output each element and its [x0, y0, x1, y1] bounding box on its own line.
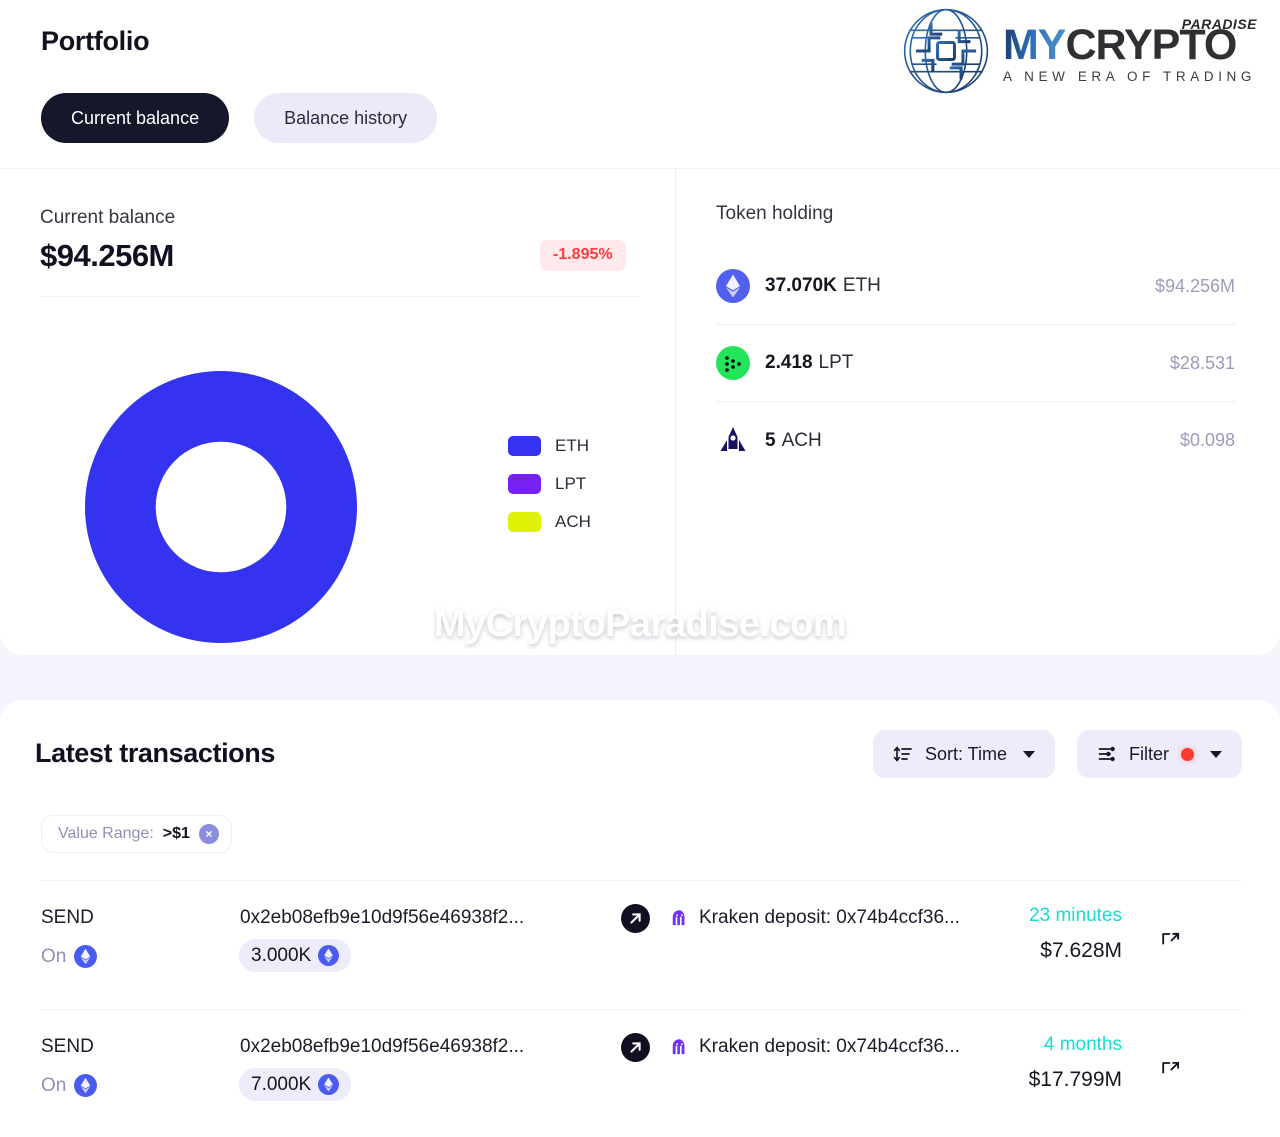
tx-destination-text: Kraken deposit: 0x74b4ccf36...	[699, 907, 960, 928]
latest-transactions-card: Latest transactions Sort: Time Filter Va…	[0, 700, 1280, 1137]
tx-destination[interactable]: Kraken deposit: 0x74b4ccf36...	[669, 1036, 960, 1058]
transfer-direction-icon	[621, 1033, 650, 1062]
tab-current-balance[interactable]: Current balance	[41, 93, 230, 143]
globe-circuit-icon	[903, 8, 989, 94]
token-usd-value: $0.098	[1179, 430, 1235, 450]
token-row[interactable]: 37.070K ETH $94.256M	[716, 248, 1236, 325]
table-row[interactable]: SEND On 0x2eb08efb9e10d9f56e46938f2... 7…	[41, 1009, 1241, 1137]
balance-tabs: Current balance Balance history	[41, 93, 438, 143]
ethereum-icon	[74, 945, 98, 968]
tx-type: SEND	[41, 1036, 94, 1057]
token-amount: 2.418	[765, 352, 813, 373]
card-vertical-divider	[675, 168, 676, 655]
chevron-down-icon	[1023, 750, 1035, 758]
tx-destination-text: Kraken deposit: 0x74b4ccf36...	[699, 1036, 960, 1057]
brand-logo[interactable]: PARADISE MYCRYPTO A NEW ERA OF TRADING	[897, 4, 1258, 98]
page-title: Portfolio	[41, 26, 150, 56]
filter-sliders-icon	[1098, 746, 1115, 762]
legend-label-lpt: LPT	[555, 474, 587, 493]
transactions-list: SEND On 0x2eb08efb9e10d9f56e46938f2... 3…	[41, 880, 1241, 1137]
legend-item-eth[interactable]: ETH	[508, 436, 591, 456]
token-holding-title: Token holding	[716, 203, 834, 224]
alchemypay-icon	[720, 426, 746, 451]
transactions-title: Latest transactions	[35, 738, 275, 768]
legend-label-eth: ETH	[555, 436, 589, 455]
tx-amount: 3.000K	[251, 944, 312, 966]
legend-swatch-ach	[508, 512, 541, 532]
allocation-donut-chart[interactable]	[85, 371, 357, 643]
header-divider	[0, 168, 1280, 169]
legend-label-ach: ACH	[555, 512, 591, 531]
table-row[interactable]: SEND On 0x2eb08efb9e10d9f56e46938f2... 3…	[41, 880, 1241, 1009]
chevron-down-icon	[1210, 750, 1222, 758]
current-balance-label: Current balance	[40, 207, 176, 228]
legend-swatch-eth	[508, 436, 541, 456]
close-icon[interactable]: ×	[198, 824, 219, 844]
portfolio-page: Portfolio Current balance Balance histor…	[0, 0, 1280, 1137]
tab-balance-history[interactable]: Balance history	[254, 93, 438, 143]
arrow-up-right-icon	[630, 1042, 641, 1053]
logo-paradise: PARADISE	[1181, 16, 1257, 32]
token-symbol: ACH	[781, 429, 822, 451]
token-usd-value: $94.256M	[1154, 275, 1235, 296]
tx-on-label: On	[41, 1074, 67, 1096]
token-symbol: LPT	[818, 352, 854, 373]
legend-swatch-lpt	[508, 474, 541, 494]
logo-wordmark: PARADISE MYCRYPTO A NEW ERA OF TRADING	[1002, 16, 1258, 84]
transactions-controls: Sort: Time Filter	[872, 730, 1242, 778]
token-usd-value: $28.531	[1169, 352, 1235, 373]
page-header: Portfolio Current balance Balance histor…	[0, 0, 1280, 168]
tx-timestamp: 4 months	[1043, 1034, 1122, 1055]
livepeer-icon	[716, 346, 750, 380]
legend-item-ach[interactable]: ACH	[508, 512, 591, 532]
token-symbol: ETH	[842, 275, 881, 296]
tx-type: SEND	[41, 907, 94, 928]
tx-on-label: On	[41, 945, 67, 967]
token-amount: 37.070K	[765, 275, 837, 296]
kraken-icon	[672, 1038, 685, 1054]
token-row[interactable]: 5 ACH $0.098	[716, 402, 1236, 479]
token-amount: 5	[765, 429, 776, 451]
ethereum-icon	[74, 1074, 98, 1097]
active-filter-chip[interactable]: Value Range: >$1 ×	[41, 815, 232, 853]
current-balance-value: $94.256M	[40, 238, 174, 273]
balance-divider	[40, 296, 640, 297]
sort-label: Sort: Time	[924, 743, 1007, 764]
filter-active-dot	[1181, 747, 1194, 761]
ethereum-icon	[318, 945, 340, 966]
external-link-icon[interactable]	[1160, 1060, 1181, 1081]
legend-item-lpt[interactable]: LPT	[508, 474, 591, 494]
tx-usd-value: $7.628M	[1040, 939, 1122, 962]
arrow-up-right-icon	[630, 913, 641, 924]
sort-button[interactable]: Sort: Time	[872, 730, 1055, 778]
logo-my: MY	[1002, 21, 1066, 69]
tx-chain: On	[41, 945, 98, 968]
ethereum-icon	[716, 269, 750, 303]
filter-chip-label: Value Range:	[58, 825, 154, 842]
current-balance-card: Current balance $94.256M -1.895% ETH LPT…	[0, 168, 1280, 655]
tx-timestamp: 23 minutes	[1029, 905, 1122, 926]
logo-tagline: A NEW ERA OF TRADING	[1002, 69, 1256, 84]
sort-icon	[893, 746, 912, 762]
tx-amount-pill: 3.000K	[239, 939, 352, 972]
ethereum-icon	[318, 1074, 340, 1095]
tx-hash[interactable]: 0x2eb08efb9e10d9f56e46938f2...	[240, 907, 524, 929]
kraken-icon	[672, 909, 685, 925]
token-row[interactable]: 2.418 LPT $28.531	[716, 325, 1236, 402]
tx-amount-pill: 7.000K	[239, 1068, 352, 1101]
filter-chip-value: >$1	[162, 825, 190, 842]
transfer-direction-icon	[621, 904, 650, 933]
balance-change-badge: -1.895%	[540, 240, 626, 271]
tx-amount: 7.000K	[251, 1073, 312, 1095]
filter-button[interactable]: Filter	[1077, 730, 1242, 778]
token-holding-list: 37.070K ETH $94.256M 2.418 LPT $28.531 5…	[716, 248, 1236, 479]
tx-chain: On	[41, 1074, 98, 1097]
filter-label: Filter	[1129, 743, 1169, 764]
donut-legend: ETH LPT ACH	[508, 436, 591, 532]
external-link-icon[interactable]	[1160, 931, 1181, 952]
tx-destination[interactable]: Kraken deposit: 0x74b4ccf36...	[669, 907, 960, 929]
tx-usd-value: $17.799M	[1028, 1068, 1122, 1091]
tx-hash[interactable]: 0x2eb08efb9e10d9f56e46938f2...	[240, 1036, 524, 1058]
